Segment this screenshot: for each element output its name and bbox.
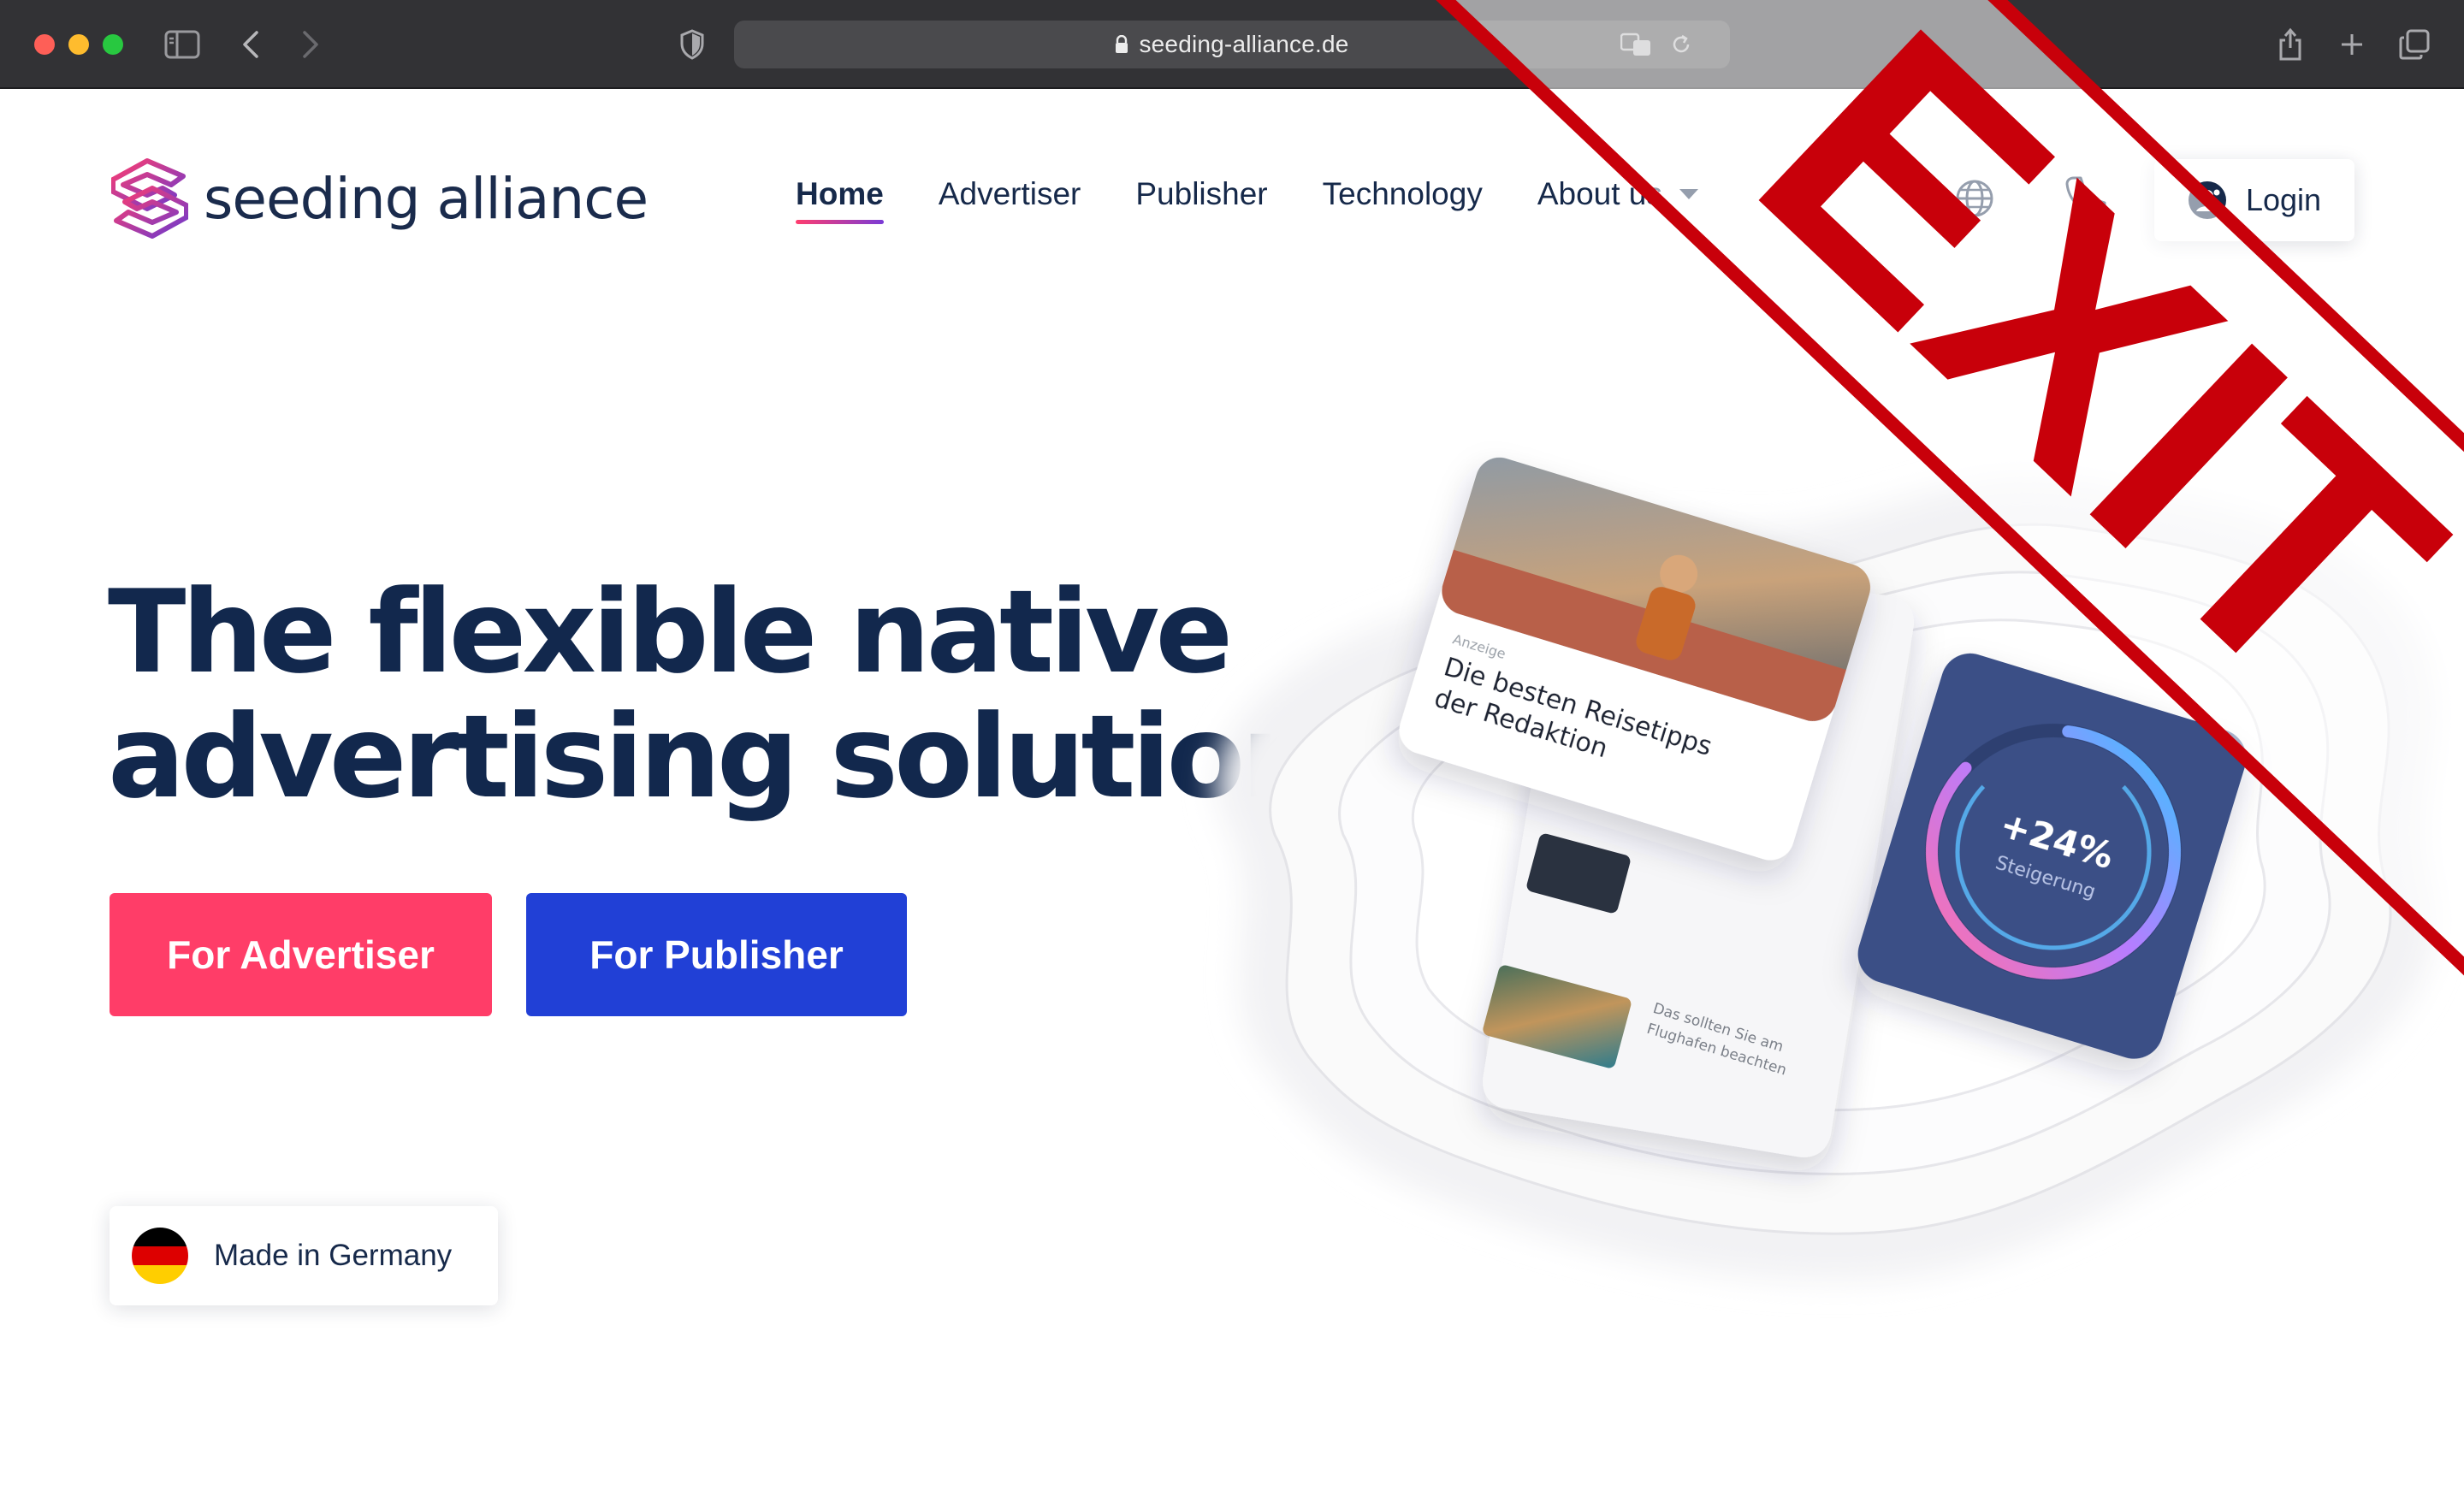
hero-headline-line-2: advertising solution: [108, 690, 1323, 824]
site-logo[interactable]: seeding alliance: [111, 156, 649, 241]
for-advertiser-button[interactable]: For Advertiser: [110, 893, 492, 1016]
close-window-button[interactable]: [34, 34, 55, 55]
tab-overview-icon[interactable]: [2399, 26, 2430, 63]
nav-about-us[interactable]: About us: [1537, 176, 1698, 212]
share-icon[interactable]: [2277, 26, 2303, 63]
logo-wordmark: seeding alliance: [204, 165, 649, 232]
hero-headline-line-1: The flexible native: [108, 565, 1233, 699]
sidebar-toggle-icon[interactable]: [164, 26, 200, 63]
reload-icon[interactable]: [1670, 33, 1692, 62]
login-label: Login: [2245, 182, 2322, 217]
made-in-germany-badge: Made in Germany: [110, 1206, 498, 1305]
zoom-window-button[interactable]: [103, 34, 123, 55]
address-bar[interactable]: seeding-alliance.de: [734, 21, 1730, 68]
hero-illustration: Das sollten Sie am Flughafen beachten An…: [1217, 451, 2435, 1281]
url-text: seeding-alliance.de: [1139, 31, 1349, 57]
privacy-shield-icon[interactable]: [679, 26, 705, 63]
nav-publisher[interactable]: Publisher: [1135, 176, 1267, 212]
germany-flag-icon: [132, 1228, 188, 1284]
web-page: seeding alliance Home Advertiser Publish…: [0, 91, 2464, 1497]
logo-mark-icon: [111, 158, 188, 239]
lock-icon: [1115, 35, 1128, 54]
nav-advertiser[interactable]: Advertiser: [939, 176, 1081, 212]
nav-home[interactable]: Home: [796, 176, 884, 224]
back-icon[interactable]: [241, 26, 260, 63]
phone-icon[interactable]: [2064, 175, 2108, 223]
browser-toolbar: seeding-alliance.de: [0, 0, 2464, 89]
main-navigation: Home Advertiser Publisher Technology Abo…: [796, 176, 1698, 224]
new-tab-icon[interactable]: [2339, 26, 2365, 63]
made-in-germany-label: Made in Germany: [214, 1239, 453, 1272]
user-circle-icon: [2188, 181, 2226, 219]
globe-icon[interactable]: [1954, 178, 1995, 223]
chevron-down-icon: [1679, 189, 1698, 199]
translate-icon[interactable]: [1620, 33, 1651, 62]
hero-headline: The flexible native advertising solution: [108, 565, 1323, 824]
nav-technology[interactable]: Technology: [1323, 176, 1483, 212]
login-button[interactable]: Login: [2154, 159, 2354, 241]
minimize-window-button[interactable]: [68, 34, 89, 55]
nav-about-us-label: About us: [1537, 176, 1662, 211]
forward-icon[interactable]: [301, 26, 320, 63]
for-publisher-button[interactable]: For Publisher: [526, 893, 907, 1016]
